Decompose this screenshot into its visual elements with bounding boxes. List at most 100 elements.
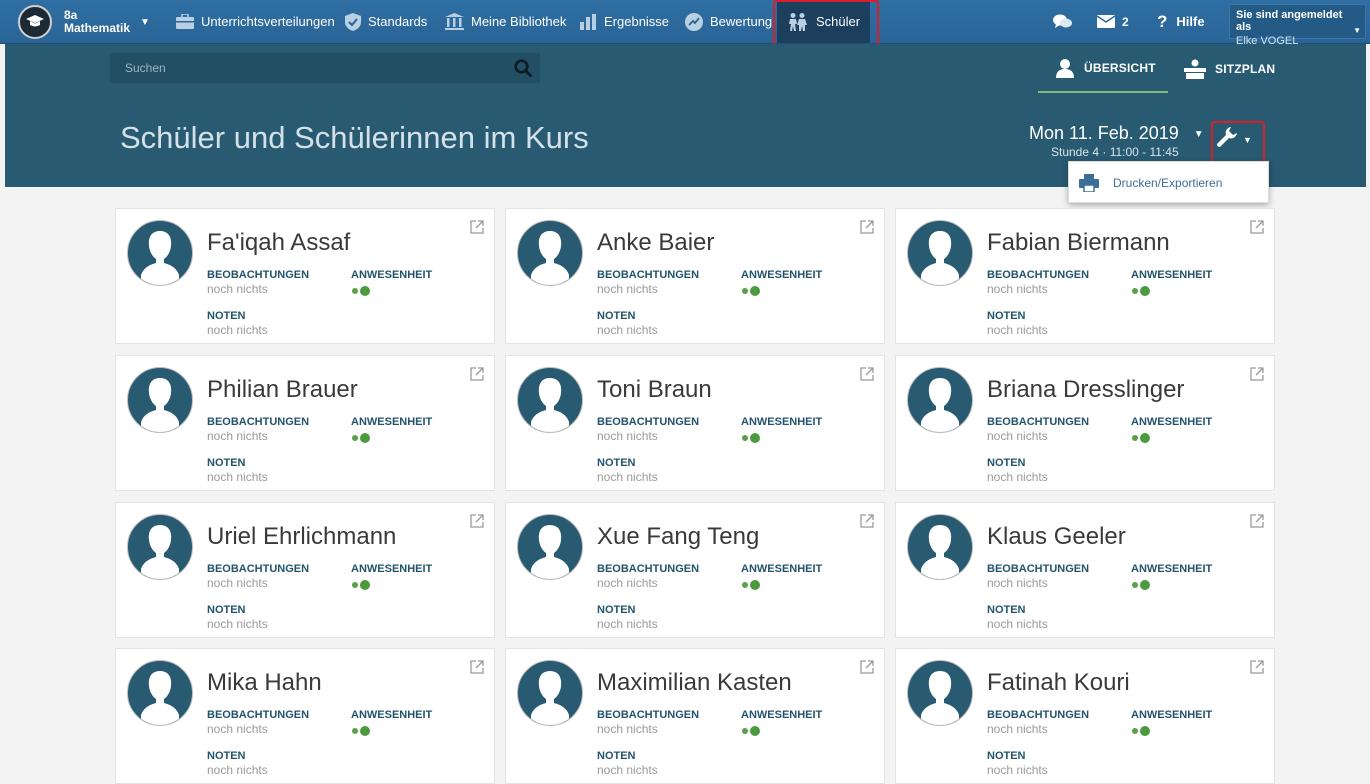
print-export-item[interactable]: Drucken/Exportieren xyxy=(1079,174,1222,192)
student-name[interactable]: Fatinah Kouri xyxy=(987,669,1130,697)
attendance-indicator[interactable] xyxy=(742,286,760,296)
open-external-icon[interactable] xyxy=(1250,220,1264,239)
student-card[interactable]: Klaus Geeler BEOBACHTUNGEN noch nichts A… xyxy=(895,502,1275,638)
student-card[interactable]: Fa'iqah Assaf BEOBACHTUNGEN noch nichts … xyxy=(115,208,495,344)
open-external-icon[interactable] xyxy=(470,367,484,386)
grades-value: noch nichts xyxy=(987,617,1048,631)
attendance-label: ANWESENHEIT xyxy=(1131,416,1213,428)
attendance-indicator[interactable] xyxy=(742,580,760,590)
attendance-label: ANWESENHEIT xyxy=(351,416,433,428)
student-name[interactable]: Philian Brauer xyxy=(207,376,358,404)
chat-button[interactable] xyxy=(1053,0,1079,43)
grades-label: NOTEN xyxy=(987,604,1026,616)
grades-label: NOTEN xyxy=(597,750,636,762)
tab-label: SITZPLAN xyxy=(1215,61,1276,76)
nav-standards[interactable]: Standards xyxy=(345,0,427,43)
open-external-icon[interactable] xyxy=(1250,514,1264,533)
search-input[interactable]: Suchen xyxy=(110,53,540,83)
grades-value: noch nichts xyxy=(207,617,268,631)
student-card[interactable]: Uriel Ehrlichmann BEOBACHTUNGEN noch nic… xyxy=(115,502,495,638)
tab-sitzplan[interactable]: SITZPLAN xyxy=(1184,44,1275,93)
student-card[interactable]: Mika Hahn BEOBACHTUNGEN noch nichts ANWE… xyxy=(115,648,495,784)
date-selector[interactable]: Mon 11. Feb. 2019 ▼ xyxy=(1029,123,1204,144)
course-switcher[interactable]: 8a Mathematik ▼ xyxy=(18,4,150,40)
grades-label: NOTEN xyxy=(987,457,1026,469)
observations-value: noch nichts xyxy=(987,429,1048,443)
tools-dropdown: Drucken/Exportieren xyxy=(1068,161,1269,203)
grades-label: NOTEN xyxy=(207,457,246,469)
attendance-indicator[interactable] xyxy=(742,433,760,443)
open-external-icon[interactable] xyxy=(470,660,484,679)
student-card[interactable]: Anke Baier BEOBACHTUNGEN noch nichts ANW… xyxy=(505,208,885,344)
attendance-indicator[interactable] xyxy=(1132,286,1150,296)
avatar xyxy=(907,660,973,726)
open-external-icon[interactable] xyxy=(860,220,874,239)
observations-value: noch nichts xyxy=(597,429,658,443)
student-card[interactable]: Maximilian Kasten BEOBACHTUNGEN noch nic… xyxy=(505,648,885,784)
student-card[interactable]: Fabian Biermann BEOBACHTUNGEN noch nicht… xyxy=(895,208,1275,344)
student-name[interactable]: Klaus Geeler xyxy=(987,523,1126,551)
student-name[interactable]: Xue Fang Teng xyxy=(597,523,759,551)
attendance-indicator[interactable] xyxy=(1132,580,1150,590)
attendance-label: ANWESENHEIT xyxy=(1131,563,1213,575)
attendance-label: ANWESENHEIT xyxy=(741,709,823,721)
avatar xyxy=(907,367,973,433)
observations-value: noch nichts xyxy=(987,722,1048,736)
messages-count: 2 xyxy=(1122,14,1129,29)
nav-meine-bibliothek[interactable]: Meine Bibliothek xyxy=(445,0,566,43)
open-external-icon[interactable] xyxy=(860,514,874,533)
student-name[interactable]: Fabian Biermann xyxy=(987,229,1170,257)
nav-ergebnisse[interactable]: Ergebnisse xyxy=(580,0,669,43)
top-navigation: 8a Mathematik ▼ Unterrichtsverteilungen … xyxy=(0,0,1370,56)
user-menu[interactable]: Sie sind angemeldet als Elke VOGEL ▼ xyxy=(1229,4,1366,47)
student-name[interactable]: Fa'iqah Assaf xyxy=(207,229,350,257)
open-external-icon[interactable] xyxy=(470,514,484,533)
nav-unterrichtsverteilungen[interactable]: Unterrichtsverteilungen xyxy=(176,0,335,43)
nav-bewertung[interactable]: Bewertung xyxy=(685,0,772,43)
messages-button[interactable]: 2 xyxy=(1097,0,1129,43)
student-card[interactable]: Fatinah Kouri BEOBACHTUNGEN noch nichts … xyxy=(895,648,1275,784)
student-name[interactable]: Maximilian Kasten xyxy=(597,669,792,697)
attendance-indicator[interactable] xyxy=(352,433,370,443)
nav-label: Standards xyxy=(368,14,428,29)
attendance-label: ANWESENHEIT xyxy=(741,563,823,575)
student-card[interactable]: Toni Braun BEOBACHTUNGEN noch nichts ANW… xyxy=(505,355,885,491)
avatar xyxy=(127,514,193,580)
tab-uebersicht[interactable]: ÜBERSICHT xyxy=(1038,44,1168,93)
attendance-label: ANWESENHEIT xyxy=(1131,709,1213,721)
open-external-icon[interactable] xyxy=(470,220,484,239)
help-button[interactable]: ? Hilfe xyxy=(1157,0,1205,43)
student-name[interactable]: Mika Hahn xyxy=(207,669,322,697)
nav-label: Ergebnisse xyxy=(604,14,670,29)
attendance-indicator[interactable] xyxy=(1132,433,1150,443)
observations-label: BEOBACHTUNGEN xyxy=(207,269,310,281)
observations-value: noch nichts xyxy=(597,576,658,590)
attendance-indicator[interactable] xyxy=(352,580,370,590)
student-name[interactable]: Anke Baier xyxy=(597,229,714,257)
avatar xyxy=(127,660,193,726)
grades-value: noch nichts xyxy=(987,470,1048,484)
nav-label: Meine Bibliothek xyxy=(471,14,567,29)
student-card[interactable]: Xue Fang Teng BEOBACHTUNGEN noch nichts … xyxy=(505,502,885,638)
open-external-icon[interactable] xyxy=(1250,367,1264,386)
student-card[interactable]: Briana Dresslinger BEOBACHTUNGEN noch ni… xyxy=(895,355,1275,491)
attendance-indicator[interactable] xyxy=(352,726,370,736)
open-external-icon[interactable] xyxy=(860,367,874,386)
open-external-icon[interactable] xyxy=(860,660,874,679)
grades-label: NOTEN xyxy=(597,457,636,469)
observations-label: BEOBACHTUNGEN xyxy=(207,416,310,428)
observations-label: BEOBACHTUNGEN xyxy=(597,709,700,721)
student-name[interactable]: Briana Dresslinger xyxy=(987,376,1184,404)
student-card[interactable]: Philian Brauer BEOBACHTUNGEN noch nichts… xyxy=(115,355,495,491)
open-external-icon[interactable] xyxy=(1250,660,1264,679)
student-name[interactable]: Uriel Ehrlichmann xyxy=(207,523,396,551)
attendance-indicator[interactable] xyxy=(742,726,760,736)
rating-icon xyxy=(685,12,703,31)
page-title: Schüler und Schülerinnen im Kurs xyxy=(120,120,589,155)
search-icon[interactable] xyxy=(514,59,532,82)
avatar-person-icon xyxy=(531,231,569,285)
student-name[interactable]: Toni Braun xyxy=(597,376,712,404)
grades-value: noch nichts xyxy=(597,470,658,484)
attendance-indicator[interactable] xyxy=(1132,726,1150,736)
attendance-indicator[interactable] xyxy=(352,286,370,296)
